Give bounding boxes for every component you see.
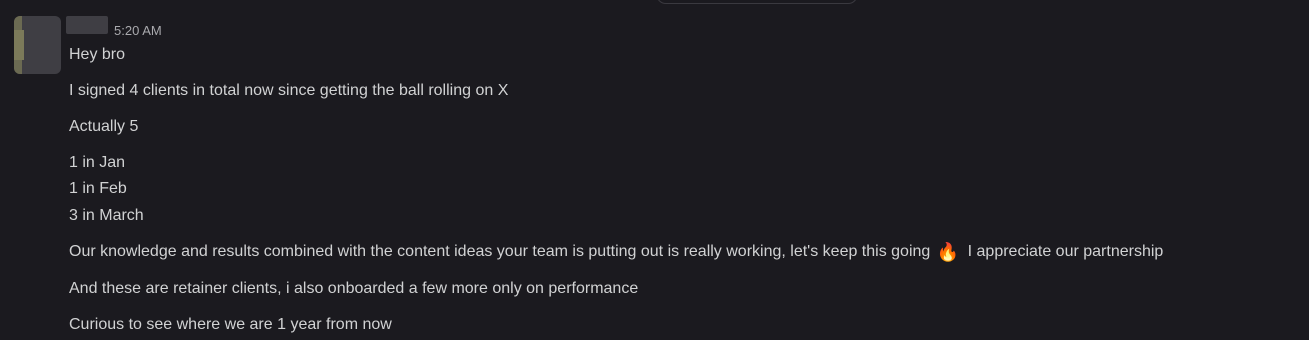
message-line-4: 1 in Jan — [69, 154, 126, 171]
message-line-9: Curious to see where we are 1 year from … — [69, 316, 392, 333]
message-timestamp[interactable]: 5:20 AM — [114, 23, 162, 39]
avatar[interactable] — [14, 16, 61, 74]
message-line-7: Our knowledge and results combined with … — [69, 241, 1163, 263]
avatar-edge-highlight — [14, 30, 24, 60]
message-line-6: 3 in March — [69, 207, 144, 224]
message-line-5: 1 in Feb — [69, 180, 127, 197]
sender-name-redacted[interactable] — [66, 16, 108, 34]
message-line-7-text-b: I appreciate our partnership — [967, 243, 1164, 260]
message-line-8: And these are retainer clients, i also o… — [69, 280, 639, 297]
message-line-1: Hey bro — [69, 46, 126, 63]
jump-to-pill[interactable] — [656, 0, 858, 4]
message-line-2: I signed 4 clients in total now since ge… — [69, 82, 509, 99]
message-line-7-text-a: Our knowledge and results combined with … — [69, 243, 931, 260]
fire-emoji-icon: 🔥 — [936, 242, 960, 262]
message-line-3: Actually 5 — [69, 118, 139, 135]
